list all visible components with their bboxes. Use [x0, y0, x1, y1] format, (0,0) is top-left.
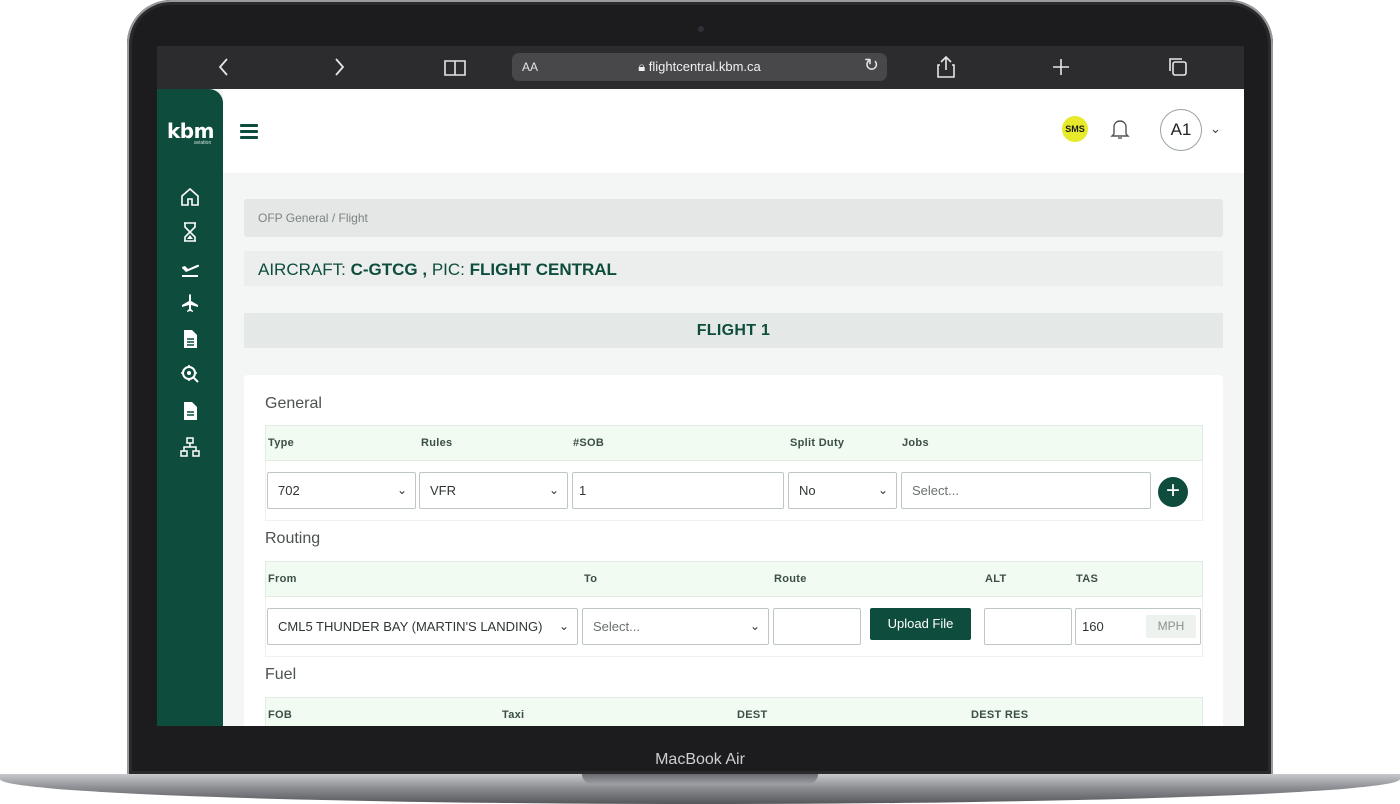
header-fob: FOB	[268, 709, 293, 721]
aircraft-header: AIRCRAFT: C-GTCG , PIC: FLIGHT CENTRAL	[244, 251, 1223, 286]
app: kbm aviation SMS A1 ⌄ OFP General / Flig…	[157, 89, 1244, 726]
route-input[interactable]	[773, 608, 861, 645]
breadcrumb-ofp-general[interactable]: OFP General	[258, 211, 328, 225]
fuel-header-row: FOB Taxi DEST DEST RES	[265, 697, 1203, 726]
general-section-title: General	[265, 395, 322, 412]
home-icon[interactable]	[179, 186, 201, 208]
tas-unit: MPH	[1146, 615, 1196, 638]
type-select-value: 702	[278, 483, 300, 498]
header-to: To	[584, 573, 598, 585]
chevron-down-icon: ⌄	[396, 483, 407, 497]
type-select[interactable]: 702 ⌄	[267, 472, 416, 509]
menu-icon[interactable]	[240, 124, 258, 142]
airplane-icon[interactable]	[179, 292, 201, 314]
tabs-overview-icon[interactable]	[1167, 54, 1189, 86]
pic-label: PIC:	[431, 260, 465, 279]
sms-badge[interactable]: SMS	[1062, 116, 1088, 142]
header-jobs: Jobs	[902, 437, 929, 449]
share-icon[interactable]	[935, 54, 957, 86]
forward-icon[interactable]	[332, 54, 346, 86]
to-select-placeholder: Select...	[593, 619, 640, 634]
device-label: MacBook Air	[655, 751, 745, 768]
sidebar: kbm aviation	[157, 89, 223, 726]
back-icon[interactable]	[217, 54, 231, 86]
address-bar[interactable]: AA 🔒︎ flightcentral.kbm.ca ↻	[512, 53, 887, 81]
split-duty-select[interactable]: No ⌄	[788, 472, 897, 509]
sob-input[interactable]: 1	[572, 472, 784, 509]
chevron-down-icon: ⌄	[877, 483, 888, 497]
general-input-row: 702 ⌄ VFR ⌄ 1 No ⌄ Select... +	[265, 461, 1203, 521]
fuel-section-title: Fuel	[265, 666, 297, 683]
alt-input[interactable]	[984, 608, 1072, 645]
general-header-row: Type Rules #SOB Split Duty Jobs	[265, 425, 1203, 461]
new-tab-icon[interactable]	[1050, 54, 1072, 86]
from-select-value: CML5 THUNDER BAY (MARTIN'S LANDING)	[278, 619, 543, 634]
chevron-down-icon: ⌄	[558, 619, 569, 633]
header-dest: DEST	[737, 709, 768, 721]
pic-value: FLIGHT CENTRAL	[469, 260, 617, 279]
to-select[interactable]: Select... ⌄	[582, 608, 769, 645]
reload-icon[interactable]: ↻	[864, 55, 879, 76]
header-type: Type	[268, 437, 295, 449]
flight-departure-icon[interactable]	[179, 257, 201, 279]
bookmarks-icon[interactable]	[443, 54, 467, 86]
screen: AA 🔒︎ flightcentral.kbm.ca ↻ kbm aviatio…	[157, 46, 1244, 726]
aircraft-value: C-GTCG	[350, 260, 418, 279]
laptop-notch	[582, 774, 818, 784]
from-select[interactable]: CML5 THUNDER BAY (MARTIN'S LANDING) ⌄	[267, 608, 578, 645]
header-from: From	[268, 573, 297, 585]
main-content: OFP General / Flight AIRCRAFT: C-GTCG , …	[223, 173, 1244, 726]
routing-input-row: CML5 THUNDER BAY (MARTIN'S LANDING) ⌄ Sel…	[265, 597, 1203, 657]
breadcrumb: OFP General / Flight	[244, 199, 1223, 237]
add-job-button[interactable]: +	[1158, 477, 1188, 507]
routing-header-row: From To Route ALT TAS	[265, 561, 1203, 597]
tas-value: 160	[1082, 619, 1104, 634]
header-sob: #SOB	[573, 437, 605, 449]
header-route: Route	[774, 573, 807, 585]
url-text: 🔒︎ flightcentral.kbm.ca	[512, 59, 887, 75]
header-dest-res: DEST RES	[971, 709, 1029, 721]
header-split-duty: Split Duty	[790, 437, 845, 449]
camera	[698, 26, 704, 32]
sitemap-icon[interactable]	[179, 436, 201, 458]
browser-toolbar: AA 🔒︎ flightcentral.kbm.ca ↻	[157, 46, 1244, 89]
hourglass-icon[interactable]	[179, 221, 201, 243]
header-taxi: Taxi	[502, 709, 525, 721]
tas-input[interactable]: 160 MPH	[1075, 608, 1201, 645]
chevron-down-icon: ⌄	[548, 483, 559, 497]
bell-icon[interactable]	[1109, 117, 1131, 141]
document-list-icon[interactable]	[179, 328, 201, 350]
user-avatar[interactable]: A1	[1160, 109, 1202, 151]
chevron-down-icon: ⌄	[749, 619, 760, 633]
header-rules: Rules	[421, 437, 453, 449]
routing-section-title: Routing	[265, 530, 321, 547]
settings-search-icon[interactable]	[179, 363, 201, 385]
flight-form-card: General Type Rules #SOB Split Duty Jobs …	[244, 375, 1223, 726]
url-label: flightcentral.kbm.ca	[648, 59, 761, 74]
header-alt: ALT	[985, 573, 1007, 585]
top-bar: SMS A1 ⌄	[223, 89, 1244, 173]
lock-icon: 🔒︎	[638, 59, 646, 74]
logo-subtitle: aviation	[194, 140, 212, 146]
jobs-select[interactable]: Select...	[901, 472, 1151, 509]
flight-title: FLIGHT 1	[244, 313, 1223, 348]
chevron-down-icon[interactable]: ⌄	[1210, 121, 1221, 137]
rules-select-value: VFR	[430, 483, 456, 498]
aircraft-separator: ,	[422, 260, 428, 279]
document-icon[interactable]	[179, 400, 201, 422]
split-duty-select-value: No	[799, 483, 816, 498]
aircraft-label: AIRCRAFT:	[258, 260, 346, 279]
rules-select[interactable]: VFR ⌄	[419, 472, 568, 509]
breadcrumb-flight: Flight	[338, 211, 368, 225]
breadcrumb-separator: /	[331, 211, 336, 225]
header-tas: TAS	[1076, 573, 1099, 585]
upload-file-button[interactable]: Upload File	[870, 608, 971, 640]
